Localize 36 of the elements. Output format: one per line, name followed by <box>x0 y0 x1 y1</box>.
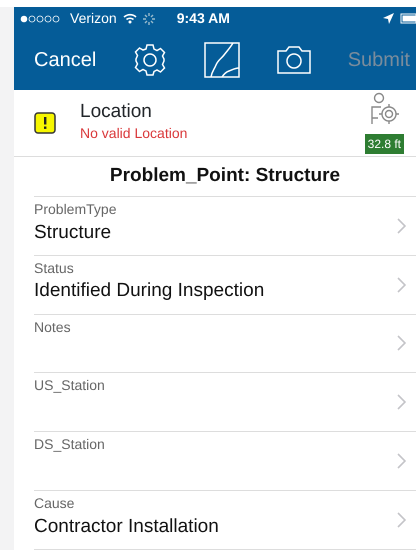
field-label: DS_Station <box>34 436 106 454</box>
location-arrow-icon <box>383 13 394 24</box>
field-label: US_Station <box>34 377 106 394</box>
cancel-button[interactable]: Cancel <box>34 45 96 75</box>
chevron-right-icon <box>397 394 406 410</box>
field-label: Notes <box>34 318 72 336</box>
field-label: Status <box>34 260 75 276</box>
field-label: ProblemType <box>34 200 118 218</box>
form-row[interactable]: Notes <box>34 314 416 374</box>
battery-icon <box>400 13 416 24</box>
form-row[interactable]: US_Station <box>34 373 416 432</box>
chevron-right-icon <box>397 218 406 234</box>
map-sketch-icon[interactable] <box>204 42 240 78</box>
field-value: Structure <box>34 222 112 244</box>
location-error: No valid Location <box>80 124 188 143</box>
form-row[interactable]: ProblemType Structure <box>34 196 416 256</box>
accuracy-badge: 32.8 ft <box>364 134 404 154</box>
chevron-right-icon <box>397 453 406 470</box>
status-time: 9:43 AM <box>176 9 230 28</box>
warning-icon <box>34 112 56 134</box>
location-title: Location <box>80 102 153 123</box>
field-value: Identified During Inspection <box>34 280 266 304</box>
form-title: Problem_Point: Structure <box>34 156 416 197</box>
activity-icon <box>142 12 155 24</box>
field-label: Cause <box>34 495 76 512</box>
chevron-right-icon <box>397 276 406 293</box>
chevron-right-icon <box>397 512 406 528</box>
wifi-icon <box>122 13 137 24</box>
form-row[interactable]: Cause Contractor Installation <box>34 491 416 550</box>
carrier-name: Verizon <box>70 9 117 28</box>
form-row[interactable]: DS_Station <box>34 432 416 492</box>
chevron-right-icon <box>397 335 406 352</box>
camera-icon[interactable] <box>276 45 312 75</box>
settings-icon[interactable] <box>132 42 168 78</box>
form-row[interactable]: Status Identified During Inspection <box>34 256 416 315</box>
field-value: Contractor Installation <box>34 516 220 539</box>
